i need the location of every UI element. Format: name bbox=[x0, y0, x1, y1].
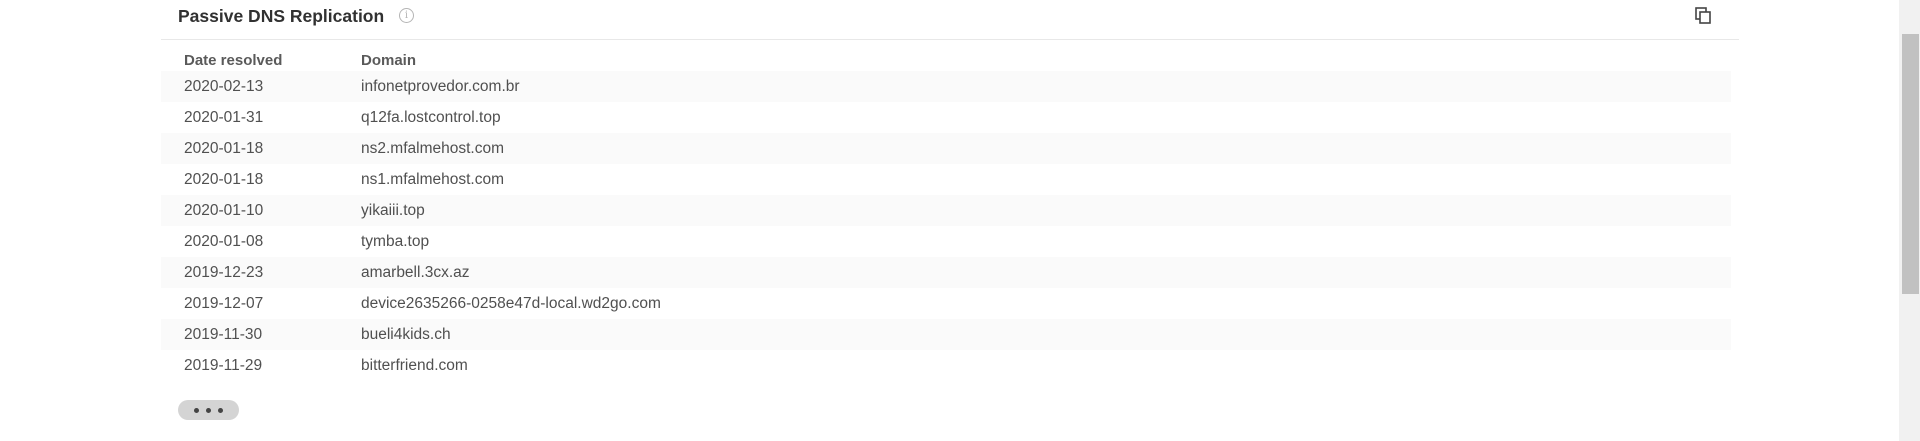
table-row: 2020-01-18 ns1.mfalmehost.com bbox=[161, 164, 1731, 195]
date-resolved-cell: 2019-11-30 bbox=[184, 325, 263, 343]
date-resolved-cell: 2020-01-18 bbox=[184, 170, 264, 188]
card-header: Passive DNS Replication i bbox=[161, 0, 1739, 40]
more-dots-icon bbox=[218, 407, 223, 413]
domain-link[interactable]: tymba.top bbox=[361, 233, 1731, 251]
table-row: 2020-01-31 q12fa.lostcontrol.top bbox=[161, 102, 1731, 133]
date-resolved-cell: 2019-11-29 bbox=[184, 356, 263, 374]
table-row: 2019-12-23 amarbell.3cx.az bbox=[161, 257, 1731, 288]
copy-icon[interactable] bbox=[1695, 7, 1711, 24]
show-more-button[interactable] bbox=[178, 400, 239, 420]
section-title: Passive DNS Replication bbox=[178, 6, 385, 26]
table-row: 2020-02-13 infonetprovedor.com.br bbox=[161, 71, 1731, 102]
table-header: Date resolved Domain bbox=[161, 49, 1731, 71]
domain-link[interactable]: yikaiii.top bbox=[361, 202, 1731, 220]
header-date-resolved[interactable]: Date resolved bbox=[161, 52, 361, 69]
date-resolved-cell: 2020-01-18 bbox=[184, 139, 264, 157]
info-icon[interactable]: i bbox=[399, 8, 414, 23]
more-dots-icon bbox=[206, 407, 211, 413]
domain-link[interactable]: ns2.mfalmehost.com bbox=[361, 140, 1731, 158]
domain-link[interactable]: q12fa.lostcontrol.top bbox=[361, 109, 1731, 127]
date-resolved-cell: 2019-12-07 bbox=[184, 294, 264, 312]
table-body: 2020-02-13 infonetprovedor.com.br 2020-01-… bbox=[161, 71, 1731, 381]
table-row: 2020-01-18 ns2.mfalmehost.com bbox=[161, 133, 1731, 164]
domain-link[interactable]: infonetprovedor.com.br bbox=[361, 78, 1731, 96]
date-resolved-cell: 2020-01-10 bbox=[184, 201, 264, 219]
header-domain[interactable]: Domain bbox=[361, 52, 1731, 69]
date-resolved-cell: 2020-01-31 bbox=[184, 108, 264, 126]
date-resolved-cell: 2020-02-13 bbox=[184, 77, 264, 95]
date-resolved-cell: 2020-01-08 bbox=[184, 232, 264, 250]
dns-table: Date resolved Domain 2020-02-13 infonetpr… bbox=[161, 49, 1731, 381]
passive-dns-card: Passive DNS Replication i Date resolved … bbox=[161, 0, 1739, 441]
scrollbar-thumb[interactable] bbox=[1902, 34, 1919, 294]
more-dots-icon bbox=[194, 407, 199, 413]
domain-link[interactable]: amarbell.3cx.az bbox=[361, 264, 1731, 282]
table-row: 2020-01-10 yikaiii.top bbox=[161, 195, 1731, 226]
table-row: 2019-11-30 bueli4kids.ch bbox=[161, 319, 1731, 350]
domain-link[interactable]: bueli4kids.ch bbox=[361, 326, 1731, 344]
date-resolved-cell: 2019-12-23 bbox=[184, 263, 264, 281]
table-row: 2019-11-29 bitterfriend.com bbox=[161, 350, 1731, 381]
domain-link[interactable]: ns1.mfalmehost.com bbox=[361, 171, 1731, 189]
table-row: 2019-12-07 device2635266-0258e47d-local.w… bbox=[161, 288, 1731, 319]
page: Passive DNS Replication i Date resolved … bbox=[0, 0, 1920, 441]
table-row: 2020-01-08 tymba.top bbox=[161, 226, 1731, 257]
domain-link[interactable]: device2635266-0258e47d-local.wd2go.com bbox=[361, 295, 1731, 313]
domain-link[interactable]: bitterfriend.com bbox=[361, 357, 1731, 375]
